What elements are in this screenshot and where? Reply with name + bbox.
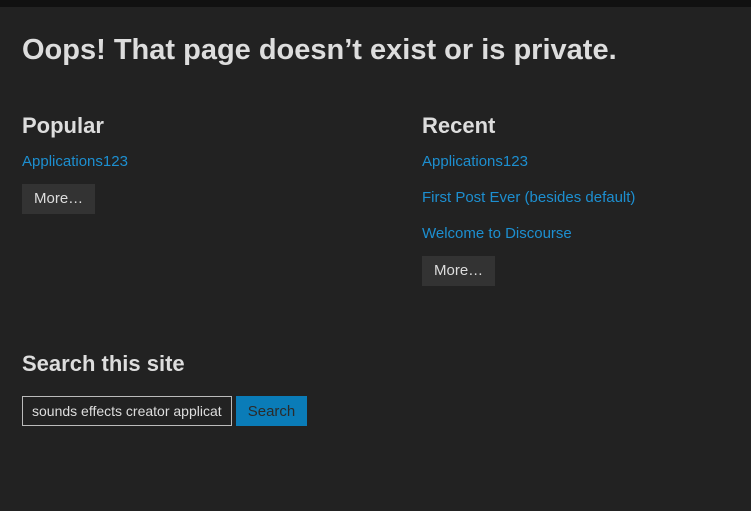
search-input[interactable] [22, 396, 232, 426]
search-heading: Search this site [22, 351, 185, 376]
page-title: Oops! That page doesn’t exist or is priv… [22, 34, 617, 66]
recent-section: Recent Applications123 First Post Ever (… [422, 112, 742, 286]
popular-more-button[interactable]: More… [22, 184, 96, 214]
top-bar [0, 0, 751, 7]
recent-more-button[interactable]: More… [422, 256, 496, 286]
search-form: Search [22, 396, 307, 426]
popular-section: Popular Applications123 More… [22, 112, 342, 214]
recent-heading: Recent [422, 113, 496, 138]
recent-link[interactable]: First Post Ever (besides default) [422, 190, 742, 226]
popular-heading: Popular [22, 113, 104, 138]
recent-links: Applications123 First Post Ever (besides… [422, 154, 742, 262]
recent-link[interactable]: Applications123 [422, 154, 742, 190]
search-button[interactable]: Search [236, 396, 307, 426]
